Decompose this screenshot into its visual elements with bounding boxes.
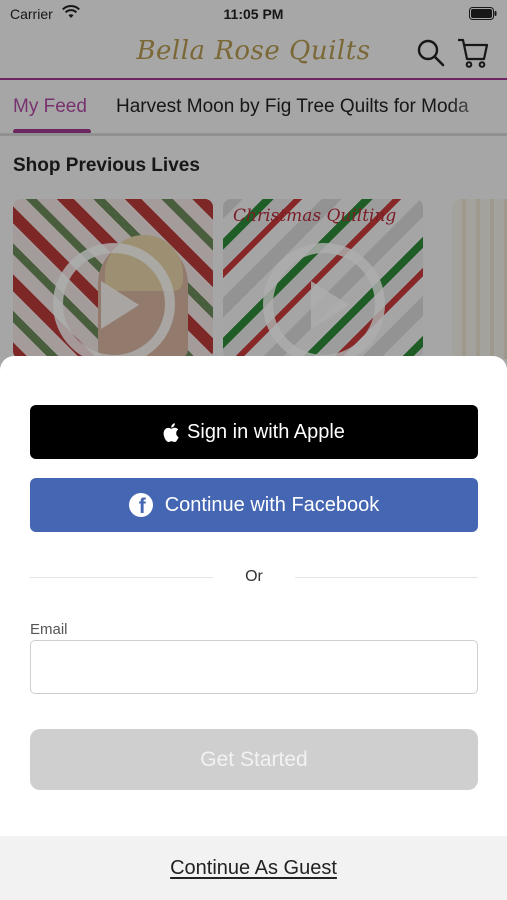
sign-in-sheet: Sign in with Apple f Continue with Faceb…	[0, 356, 507, 900]
email-label: Email	[30, 621, 68, 638]
facebook-icon: f	[128, 493, 153, 517]
apple-button-label: Sign in with Apple	[187, 420, 345, 443]
divider-line	[295, 577, 478, 578]
email-field[interactable]	[30, 640, 478, 694]
continue-as-guest-link[interactable]: Continue As Guest	[170, 857, 337, 880]
continue-with-facebook-button[interactable]: f Continue with Facebook	[30, 478, 478, 532]
sign-in-with-apple-button[interactable]: Sign in with Apple	[30, 405, 478, 459]
get-started-button[interactable]: Get Started	[30, 729, 478, 790]
facebook-button-label: Continue with Facebook	[164, 493, 380, 516]
guest-bar: Continue As Guest	[0, 836, 507, 900]
apple-icon	[163, 422, 179, 442]
or-divider: Or	[30, 566, 478, 590]
